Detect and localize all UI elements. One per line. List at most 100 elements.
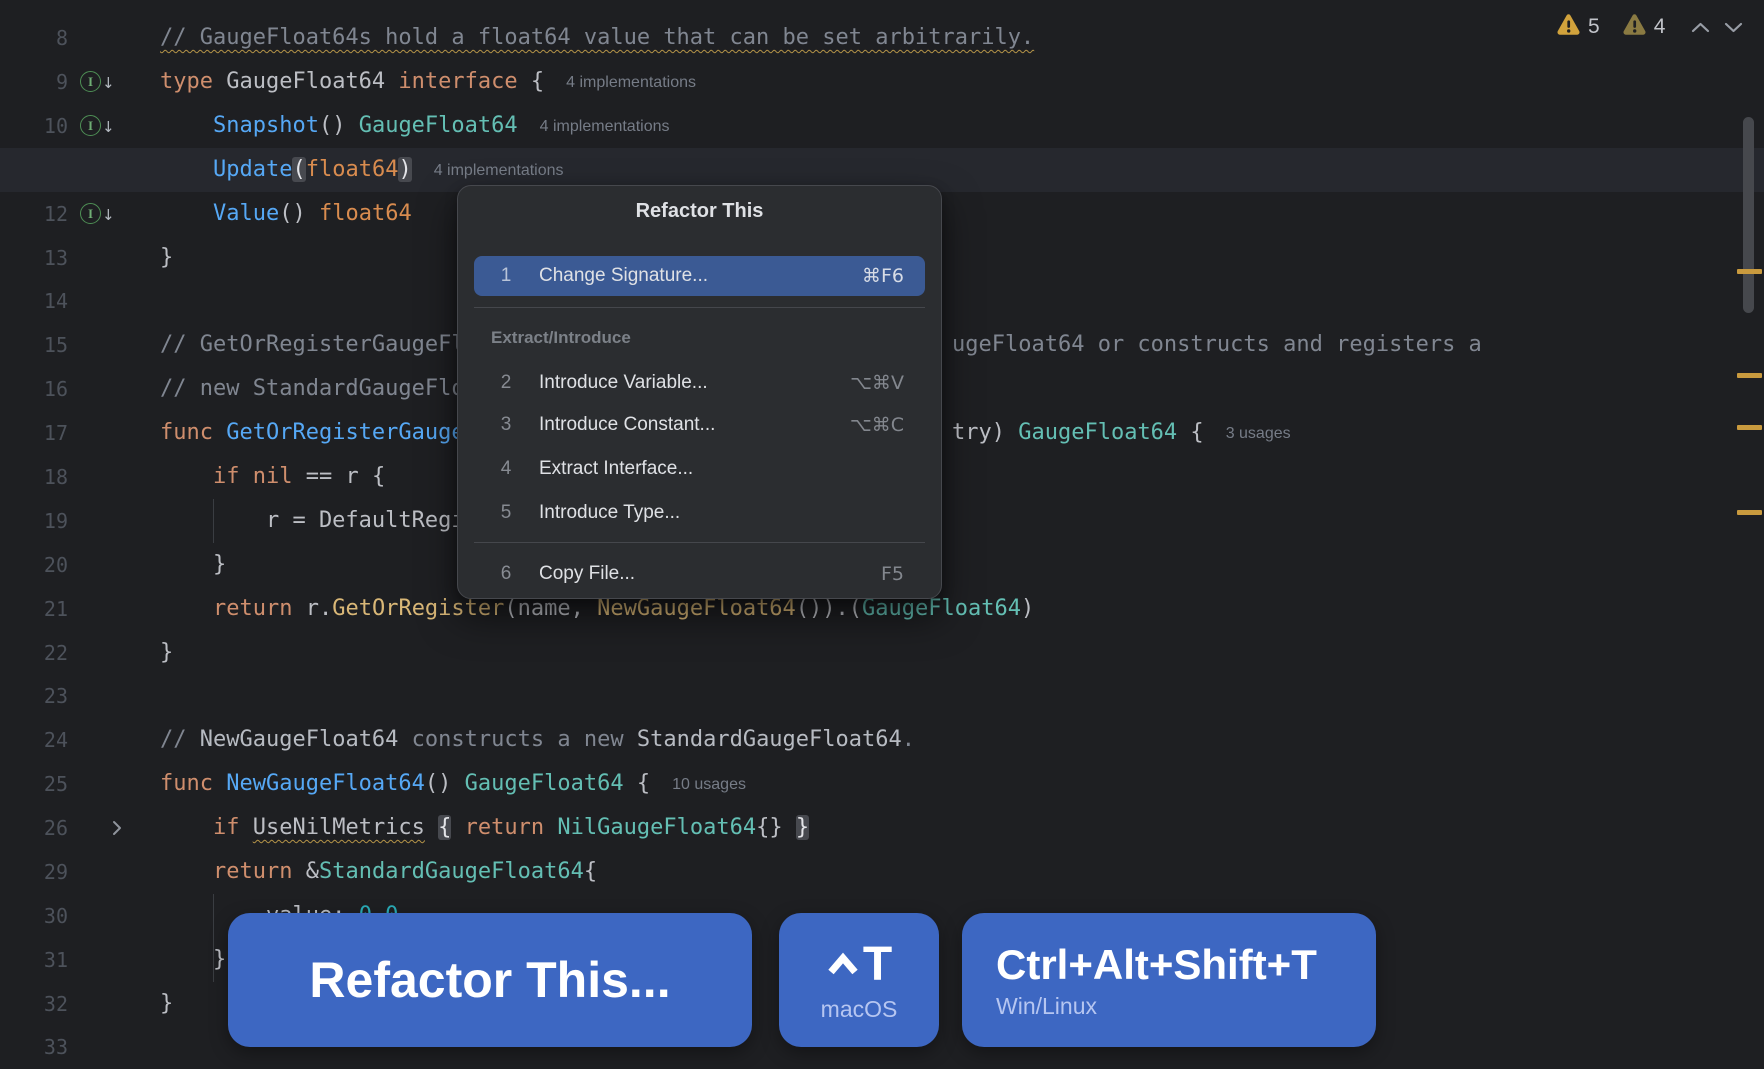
menu-item-label: Introduce Type...	[539, 493, 680, 533]
code-segment: if UseNilMetrics { return NilGaugeFloat6…	[160, 806, 809, 850]
code-token: if	[213, 815, 253, 840]
code-token: return	[213, 859, 292, 884]
code-token: constructs a new	[398, 727, 636, 752]
menu-item-mnemonic: 3	[496, 405, 516, 445]
code-line-22: }	[0, 631, 1764, 675]
code-token: )	[398, 157, 411, 182]
menu-item-introduce-constant[interactable]: 3Introduce Constant...⌥⌘C	[474, 405, 925, 445]
inlay-hint: 4 implementations	[540, 118, 670, 135]
menu-item-mnemonic: 5	[496, 493, 516, 533]
menu-item-extract-interface[interactable]: 4Extract Interface...	[474, 449, 925, 489]
code-token: NewGaugeFloat64	[226, 771, 425, 796]
code-line-29: return &StandardGaugeFloat64{	[0, 850, 1764, 894]
code-segment: ugeFloat64 or constructs and registers a	[952, 323, 1482, 367]
code-token: StandardGaugeFloat64	[319, 859, 584, 884]
code-line-23	[0, 674, 1764, 718]
code-token	[160, 113, 213, 138]
callout-keys-label: Refactor This...	[309, 951, 670, 1009]
code-token: )	[1021, 596, 1034, 621]
code-token: ()	[425, 771, 465, 796]
code-token: if	[213, 464, 253, 489]
callout-keys-label: Ctrl+Alt+Shift+T	[996, 941, 1317, 989]
code-token: func	[160, 420, 226, 445]
previous-problem-button[interactable]	[1687, 14, 1713, 40]
code-token: try)	[952, 420, 1018, 445]
code-segment: func NewGaugeFloat64() GaugeFloat64 {10 …	[160, 762, 746, 806]
warning-stripe-mark[interactable]	[1737, 269, 1762, 274]
code-token: float64	[306, 157, 399, 182]
warning-stripe-mark[interactable]	[1737, 373, 1762, 378]
menu-item-introduce-variable[interactable]: 2 Introduce Variable... ⌥⌘V	[474, 363, 925, 403]
menu-item-shortcut: ⌥⌘V	[850, 363, 904, 403]
refactor-this-popup: Refactor This 1Change Signature...⌘F6 Ext…	[457, 185, 942, 599]
code-segment: }	[160, 543, 226, 587]
code-token: }	[796, 815, 809, 840]
code-token: ()	[279, 201, 319, 226]
weak-warning-icon[interactable]	[1622, 13, 1647, 41]
code-token: ()	[319, 113, 359, 138]
menu-section-header: Extract/Introduce	[491, 321, 631, 355]
code-token: //	[160, 727, 200, 752]
code-token: NewGaugeFloat64	[200, 727, 399, 752]
menu-item-mnemonic: 2	[496, 363, 516, 403]
inlay-hint: 10 usages	[672, 776, 746, 793]
warning-count: 5	[1588, 15, 1600, 39]
inlay-hint: 3 usages	[1226, 425, 1291, 442]
popup-title: Refactor This	[458, 200, 941, 223]
code-segment: if nil == r {	[160, 455, 385, 499]
code-segment: return &StandardGaugeFloat64{	[160, 850, 597, 894]
code-token: .	[902, 727, 915, 752]
warning-icon[interactable]	[1556, 13, 1581, 41]
code-token: GaugeFloat64	[465, 771, 624, 796]
code-token: {	[438, 815, 451, 840]
code-token	[425, 815, 438, 840]
code-token: nil	[253, 464, 293, 489]
shortcut-callout-winlinux: Ctrl+Alt+Shift+TWin/Linux	[962, 913, 1376, 1047]
code-token: }	[160, 991, 173, 1016]
menu-item-mnemonic: 4	[496, 449, 516, 489]
code-token: {}	[756, 815, 783, 840]
code-token	[783, 815, 796, 840]
code-token: {	[1177, 420, 1204, 445]
warning-stripe-mark[interactable]	[1737, 425, 1762, 430]
code-token: {	[584, 859, 597, 884]
code-segment: }	[160, 982, 173, 1026]
weak-warning-count: 4	[1654, 15, 1666, 39]
code-token	[451, 815, 464, 840]
menu-item-label: Copy File...	[539, 554, 635, 594]
menu-item-shortcut: ⌘F6	[862, 256, 904, 296]
code-token: GetOrRegister	[332, 596, 504, 621]
code-token: == r {	[292, 464, 385, 489]
code-token	[544, 815, 557, 840]
code-segment: Value() float64	[160, 192, 412, 236]
code-token: &	[292, 859, 319, 884]
code-token: (	[292, 157, 305, 182]
code-token: float64	[319, 201, 412, 226]
menu-item-copy-file[interactable]: 6 Copy File... F5	[474, 554, 925, 594]
code-token: return	[465, 815, 544, 840]
code-line-10: Snapshot() GaugeFloat644 implementations	[0, 104, 1764, 148]
code-segment: type GaugeFloat64 interface {4 implement…	[160, 60, 696, 104]
caret-up-icon	[826, 937, 863, 992]
callout-keys-label: T	[826, 937, 892, 992]
code-token	[160, 859, 213, 884]
menu-separator	[474, 307, 925, 308]
callout-platform-label: macOS	[821, 996, 898, 1023]
warning-stripe-mark[interactable]	[1737, 510, 1762, 515]
menu-separator	[474, 542, 925, 543]
code-token: {	[518, 69, 545, 94]
menu-item-label: Introduce Variable...	[539, 363, 708, 403]
menu-item-shortcut: F5	[881, 554, 904, 594]
next-problem-button[interactable]	[1720, 14, 1746, 40]
menu-item-mnemonic: 6	[496, 554, 516, 594]
code-segment: }	[160, 236, 173, 280]
code-token: NewGaugeFloat64	[597, 596, 796, 621]
code-token: UseNilMetrics	[253, 815, 425, 840]
code-token	[160, 815, 213, 840]
code-segment: }	[160, 938, 226, 982]
menu-item-change-signature[interactable]: 1Change Signature...⌘F6	[474, 256, 925, 296]
menu-item-introduce-type[interactable]: 5 Introduce Type...	[474, 493, 925, 533]
code-token: }	[160, 552, 226, 577]
code-token: func	[160, 771, 226, 796]
editor-scrollbar-thumb[interactable]	[1743, 117, 1754, 313]
